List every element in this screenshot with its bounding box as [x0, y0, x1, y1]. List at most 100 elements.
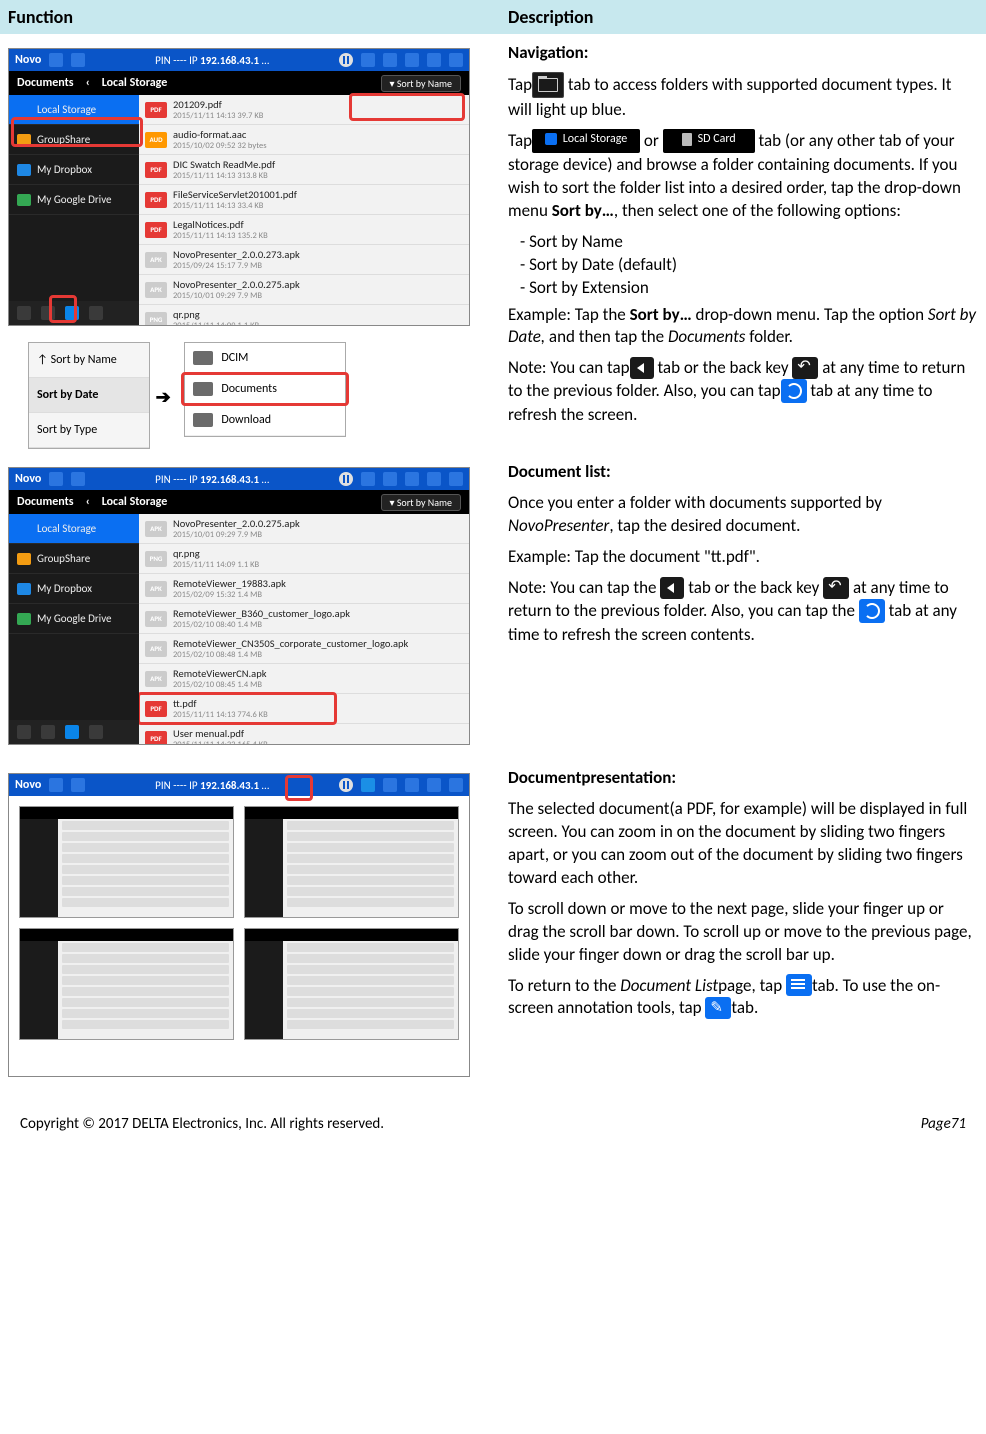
folder-icon: [193, 413, 213, 427]
file-name: audio-format.aac: [173, 128, 267, 141]
sidebar-item-local-storage[interactable]: Local Storage: [9, 95, 139, 125]
back-key-icon: [823, 577, 849, 599]
file-type-icon: APK: [145, 282, 167, 298]
sort-dropdown[interactable]: ▾ Sort by Name: [381, 75, 461, 92]
file-row[interactable]: PNGqr.png2015/11/11 14:09 1.1 KB: [139, 544, 469, 574]
bottom-tab-icon[interactable]: [41, 306, 55, 320]
file-name: 201209.pdf: [173, 98, 263, 111]
back-button[interactable]: ‹: [74, 76, 102, 90]
file-row[interactable]: PDFLegalNotices.pdf2015/11/11 14:13 135.…: [139, 215, 469, 245]
toolbar-icon[interactable]: [427, 53, 441, 67]
file-list: APKNovoPresenter_2.0.0.275.apk2015/10/01…: [139, 514, 469, 744]
file-row[interactable]: PDFDIC Swatch ReadMe.pdf2015/11/11 14:13…: [139, 155, 469, 185]
location-label: Local Storage: [102, 76, 168, 90]
sidebar-item-dropbox[interactable]: My Dropbox: [9, 155, 139, 185]
file-row[interactable]: PDFFileServiceServlet201001.pdf2015/11/1…: [139, 185, 469, 215]
file-meta: 2015/11/11 14:13 33.4 KB: [173, 201, 297, 211]
file-meta: 2015/02/10 08:40 1.4 MB: [173, 620, 350, 630]
file-row[interactable]: PDFUser menual.pdf2015/11/11 14:33 165.4…: [139, 724, 469, 744]
file-type-icon: PDF: [145, 701, 167, 717]
file-row[interactable]: AUDaudio-format.aac2015/10/02 09:52 32 b…: [139, 125, 469, 155]
folder-icon: [193, 382, 213, 396]
file-row[interactable]: APKNovoPresenter_2.0.0.275.apk2015/10/01…: [139, 514, 469, 544]
folder-list-popup: DCIM Documents Download: [184, 342, 346, 437]
file-meta: 2015/11/11 14:09 1.1 KB: [173, 321, 259, 325]
sidebar-item-local-storage[interactable]: Local Storage: [9, 514, 139, 544]
copyright-text: Copyright © 2017 DELTA Electronics, Inc.…: [20, 1115, 921, 1133]
settings-icon[interactable]: [449, 53, 463, 67]
sort-options-list: Sort by Name Sort by Date (default) Sort…: [520, 231, 978, 300]
app-ip: PIN ---- IP 192.168.43.1 …: [93, 54, 331, 67]
app-name: Novo: [15, 53, 41, 67]
sort-by-type[interactable]: Sort by Type: [29, 413, 149, 448]
toolbar-icon[interactable]: [405, 53, 419, 67]
documents-tab-icon[interactable]: [65, 725, 79, 739]
sidebar-bottombar: [9, 301, 139, 325]
documents-tab-icon[interactable]: [65, 306, 79, 320]
app-titlebar: Novo PIN ---- IP 192.168.43.1 …: [9, 49, 469, 71]
file-meta: 2015/11/11 14:13 39.7 KB: [173, 111, 263, 121]
sort-dropdown[interactable]: ▾ Sort by Name: [381, 494, 461, 511]
file-name: NovoPresenter_2.0.0.275.apk: [173, 517, 300, 530]
file-row[interactable]: PDF tt.pdf2015/11/11 14:13 774.6 KB: [139, 694, 469, 724]
file-type-icon: PDF: [145, 222, 167, 238]
function-description-table: Function Description Novo PIN ---- IP 19…: [0, 0, 986, 1091]
toolbar-icon[interactable]: [361, 53, 375, 67]
sidebar-item-groupshare[interactable]: GroupShare: [9, 125, 139, 155]
folder-download[interactable]: Download: [185, 405, 345, 436]
folder-dcim[interactable]: DCIM: [185, 343, 345, 374]
sidebar-item-dropbox[interactable]: My Dropbox: [9, 574, 139, 604]
file-row[interactable]: APKRemoteViewer_19883.apk2015/02/09 15:3…: [139, 574, 469, 604]
toolbar-icon[interactable]: [383, 53, 397, 67]
folder-documents[interactable]: Documents: [185, 374, 345, 405]
back-button[interactable]: ‹: [74, 495, 102, 509]
sidebar-item-google-drive[interactable]: My Google Drive: [9, 604, 139, 634]
file-name: RemoteViewer_CN350S_corporate_customer_l…: [173, 637, 408, 650]
file-name: qr.png: [173, 308, 259, 321]
page-footer: Copyright © 2017 DELTA Electronics, Inc.…: [0, 1091, 986, 1133]
file-meta: 2015/11/11 14:13 774.6 KB: [173, 710, 268, 720]
file-row[interactable]: APKNovoPresenter_2.0.0.275.apk2015/10/01…: [139, 275, 469, 305]
bottom-tab-icon[interactable]: [89, 306, 103, 320]
sidebar-item-google-drive[interactable]: My Google Drive: [9, 185, 139, 215]
file-meta: 2015/11/11 14:33 165.4 KB: [173, 740, 268, 744]
file-type-icon: APK: [145, 521, 167, 537]
file-type-icon: PDF: [145, 731, 167, 745]
mini-screen: [244, 928, 459, 1040]
arrow-icon: ➔: [154, 336, 173, 408]
screenshot-presentation-cell: Novo PIN ---- IP 192.168.43.1 …: [0, 759, 500, 1091]
pause-icon[interactable]: [339, 472, 353, 486]
file-meta: 2015/02/10 08:48 1.4 MB: [173, 650, 408, 660]
bottom-tab-icon[interactable]: [17, 306, 31, 320]
sidebar-item-groupshare[interactable]: GroupShare: [9, 544, 139, 574]
documents-subbar: Documents ‹ Local Storage ▾ Sort by Name: [9, 71, 469, 95]
file-meta: 2015/10/01 09:29 7.9 MB: [173, 291, 300, 301]
folder-tab-icon: [532, 72, 564, 98]
back-key-icon: [792, 357, 818, 379]
col-function: Function: [0, 0, 500, 34]
doclist-return-icon[interactable]: [361, 778, 375, 792]
file-name: NovoPresenter_2.0.0.273.apk: [173, 248, 300, 261]
file-row[interactable]: APK RemoteViewer_CN350S_corporate_custome…: [139, 634, 469, 664]
file-row[interactable]: APKNovoPresenter_2.0.0.273.apk2015/09/24…: [139, 245, 469, 275]
local-storage-tab-icon: Local Storage: [532, 129, 640, 153]
screenshot-navigation-cell: Novo PIN ---- IP 192.168.43.1 … Document…: [0, 34, 500, 453]
file-type-icon: PDF: [145, 102, 167, 118]
file-meta: 2015/02/09 15:32 1.4 MB: [173, 590, 286, 600]
screenshot-doclist-cell: Novo PIN ---- IP 192.168.43.1 … Document…: [0, 453, 500, 759]
sort-by-name[interactable]: ↑ Sort by Name: [29, 343, 149, 378]
file-name: tt.pdf: [173, 697, 268, 710]
annotation-tab-icon: [705, 997, 731, 1019]
back-chevron-icon: [660, 577, 684, 599]
file-type-icon: APK: [145, 641, 167, 657]
sort-by-date[interactable]: Sort by Date: [29, 378, 149, 413]
file-row[interactable]: APKRemoteViewerCN.apk2015/02/10 08:45 1.…: [139, 664, 469, 694]
document-list-tab-icon: [786, 974, 812, 996]
file-row[interactable]: PNGqr.png2015/11/11 14:09 1.1 KB: [139, 305, 469, 325]
file-row[interactable]: APKRemoteViewer_B360_customer_logo.apk20…: [139, 604, 469, 634]
pause-icon[interactable]: [339, 778, 353, 792]
file-row[interactable]: PDF 201209.pdf2015/11/11 14:13 39.7 KB: [139, 95, 469, 125]
file-name: qr.png: [173, 547, 259, 560]
file-type-icon: PNG: [145, 551, 167, 567]
pause-icon[interactable]: [339, 53, 353, 67]
